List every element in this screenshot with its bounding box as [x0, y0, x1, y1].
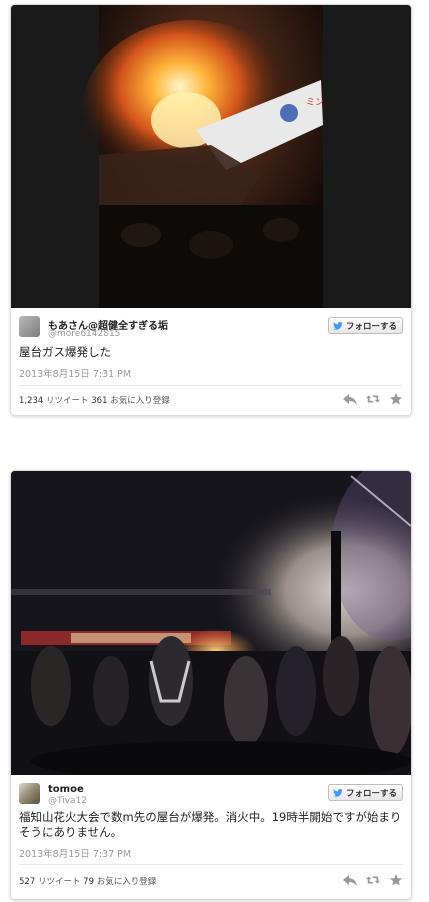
reply-icon[interactable] [343, 874, 357, 886]
follow-button[interactable]: フォローする [327, 784, 403, 801]
retweet-count[interactable]: 1,234 [19, 396, 43, 406]
retweet-label[interactable]: リツイート [38, 877, 81, 887]
tweet-timestamp[interactable]: 2013年8月15日 7:31 PM [19, 366, 131, 380]
tweet-stats: 1,234 リツイート 361 お気に入り登録 [19, 394, 170, 406]
tweet-photo[interactable]: ミン [11, 5, 411, 308]
favorite-star-icon[interactable] [389, 874, 403, 886]
favorite-label[interactable]: お気に入り登録 [97, 877, 157, 887]
tweet-stats: 527 リツイート 79 お気に入り登録 [19, 875, 156, 887]
tweet-body: もあさん@超健全すぎる垢 @more6142815 フォローする 屋台ガス爆発し… [11, 308, 411, 406]
favorite-count[interactable]: 361 [91, 396, 107, 406]
follow-button[interactable]: フォローする [327, 317, 403, 334]
favorite-label[interactable]: お気に入り登録 [110, 396, 170, 406]
user-handle[interactable]: @more6142815 [48, 329, 120, 339]
tweet-timestamp[interactable]: 2013年8月15日 7:37 PM [19, 846, 131, 860]
tweet-text: 屋台ガス爆発した [19, 345, 111, 359]
tweet-text: 福知山花火大会で数m先の屋台が爆発。消火中。19時半開始ですが始まりそうにありま… [19, 810, 402, 839]
tweet-card: ミン もあさん@超健全すぎる垢 @more6142815 フォローする 屋台ガス… [10, 4, 412, 416]
retweet-label[interactable]: リツイート [46, 396, 89, 406]
tweet-actions [343, 874, 403, 886]
follow-label: フォローする [345, 321, 397, 332]
tweet-card: tomoe @Tiva12 フォローする 福知山花火大会で数m先の屋台が爆発。消… [10, 470, 412, 900]
fire-photo-image: ミン [11, 5, 411, 308]
avatar[interactable] [19, 316, 40, 337]
favorite-star-icon[interactable] [389, 393, 403, 405]
display-name[interactable]: tomoe [48, 784, 84, 795]
retweet-count[interactable]: 527 [19, 877, 35, 887]
tweet-body: tomoe @Tiva12 フォローする 福知山花火大会で数m先の屋台が爆発。消… [11, 775, 411, 887]
retweet-icon[interactable] [366, 874, 380, 886]
divider [19, 385, 403, 386]
divider [19, 864, 403, 865]
follow-label: フォローする [345, 788, 397, 799]
svg-text:ミン: ミン [306, 98, 324, 108]
tweet-actions [343, 393, 403, 405]
tweet-photo[interactable] [11, 471, 411, 775]
avatar[interactable] [19, 783, 40, 804]
reply-icon[interactable] [343, 393, 357, 405]
favorite-count[interactable]: 79 [83, 877, 94, 887]
twitter-bird-icon [333, 321, 343, 330]
retweet-icon[interactable] [366, 393, 380, 405]
fire-photo-image [11, 471, 411, 775]
user-handle[interactable]: @Tiva12 [48, 796, 87, 806]
twitter-bird-icon [333, 788, 343, 797]
